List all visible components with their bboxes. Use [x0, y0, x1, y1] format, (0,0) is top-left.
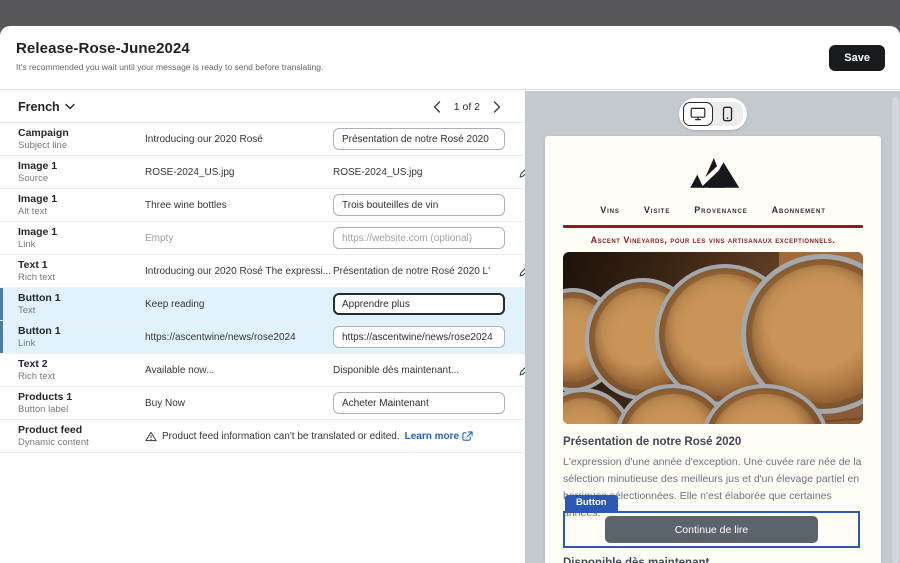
pagination: 1 of 2 — [431, 99, 503, 115]
translation-table: Campaign Subject line Introducing our 20… — [0, 123, 525, 453]
email-cta-button[interactable]: Continue de lire — [605, 516, 818, 543]
row-label: Image 1 Link — [18, 226, 145, 250]
translation-cell — [333, 128, 505, 150]
translation-cell: Présentation de notre Rosé 2020 L'... — [333, 266, 505, 277]
translation-input[interactable] — [333, 227, 505, 249]
translation-cell — [333, 392, 505, 414]
mountain-logo-icon — [685, 150, 741, 194]
row-label: Campaign Subject line — [18, 127, 145, 151]
source-text: Available now... — [145, 365, 333, 376]
email-heading: Présentation de notre Rosé 2020 — [563, 436, 863, 448]
app-window: Release-Rose-June2024 It's recommended y… — [0, 26, 900, 563]
translation-text: Présentation de notre Rosé 2020 L'... — [333, 266, 491, 277]
email-next-heading: Disponible dès maintenant — [563, 557, 709, 563]
table-row[interactable]: Button 1 Link https://ascentwine/news/ro… — [0, 321, 525, 354]
next-page-button[interactable] — [491, 99, 503, 115]
save-button[interactable]: Save — [829, 45, 885, 71]
row-label: Button 1 Text — [18, 292, 145, 316]
source-text: Buy Now — [145, 398, 333, 409]
preview-scrollbar[interactable] — [892, 97, 899, 563]
row-label: Image 1 Source — [18, 160, 145, 184]
email-nav-item[interactable]: Abonnement — [772, 205, 826, 215]
translation-input[interactable] — [333, 194, 505, 216]
email-nav: Vins Visite Provenance Abonnement — [545, 205, 881, 215]
device-toggle — [679, 98, 747, 130]
panel-head: French 1 of 2 — [0, 91, 525, 123]
row-label: Products 1 Button label — [18, 391, 145, 415]
language-label: French — [18, 100, 60, 114]
table-row[interactable]: Product feed Dynamic content Product fee… — [0, 420, 525, 453]
table-row[interactable]: Text 1 Rich text Introducing our 2020 Ro… — [0, 255, 525, 288]
source-text: Keep reading — [145, 299, 333, 310]
language-dropdown[interactable]: French — [18, 100, 75, 114]
selected-element-outline: Button Continue de lire — [563, 511, 860, 548]
translation-cell — [333, 194, 505, 216]
table-row[interactable]: Text 2 Rich text Available now... Dispon… — [0, 354, 525, 387]
translation-cell: Disponible dès maintenant... — [333, 365, 505, 376]
wine-barrels-image — [563, 252, 863, 424]
row-label: Product feed Dynamic content — [18, 424, 145, 448]
source-text: Three wine bottles — [145, 200, 333, 211]
product-feed-notice: Product feed information can't be transl… — [145, 431, 525, 442]
row-label: Text 2 Rich text — [18, 358, 145, 382]
page-count: 1 of 2 — [454, 101, 480, 113]
source-text: https://ascentwine/news/rose2024 — [145, 332, 333, 343]
brand-divider — [563, 225, 863, 228]
table-row[interactable]: Image 1 Alt text Three wine bottles — [0, 189, 525, 222]
prev-page-button[interactable] — [431, 99, 443, 115]
page-title: Release-Rose-June2024 — [16, 40, 884, 57]
email-nav-item[interactable]: Visite — [644, 205, 670, 215]
desktop-view-button[interactable] — [683, 102, 713, 126]
translation-input[interactable] — [333, 128, 505, 150]
row-label: Button 1 Link — [18, 325, 145, 349]
translation-input[interactable] — [333, 326, 505, 348]
translation-input[interactable] — [333, 293, 505, 315]
mobile-view-button[interactable] — [713, 102, 743, 126]
translation-text: Disponible dès maintenant... — [333, 365, 491, 376]
translation-panel: French 1 of 2 Campai — [0, 91, 525, 563]
preview-panel: Vins Visite Provenance Abonnement Ascent Vi… — [525, 91, 900, 563]
translation-cell: ROSE-2024_US.jpg — [333, 167, 505, 178]
source-text: ROSE-2024_US.jpg — [145, 167, 333, 178]
table-row[interactable]: Image 1 Source ROSE-2024_US.jpg ROSE-202… — [0, 156, 525, 189]
email-nav-item[interactable]: Vins — [600, 205, 620, 215]
table-row[interactable]: Products 1 Button label Buy Now — [0, 387, 525, 420]
source-text: Empty — [145, 233, 333, 244]
email-nav-item[interactable]: Provenance — [694, 205, 747, 215]
selected-element-tag: Button — [565, 495, 618, 511]
table-row[interactable]: Campaign Subject line Introducing our 20… — [0, 123, 525, 156]
translation-text: ROSE-2024_US.jpg — [333, 167, 491, 178]
table-row[interactable]: Image 1 Link Empty — [0, 222, 525, 255]
page-subtitle: It's recommended you wait until your mes… — [16, 62, 884, 72]
learn-more-link[interactable]: Learn more — [405, 431, 473, 442]
source-text: Introducing our 2020 Rosé — [145, 134, 333, 145]
row-label: Text 1 Rich text — [18, 259, 145, 283]
page-header: Release-Rose-June2024 It's recommended y… — [0, 26, 900, 90]
email-tagline: Ascent Vineyards, pour les vins artisana… — [545, 235, 881, 245]
warning-icon — [145, 431, 157, 442]
translation-cell — [333, 227, 505, 249]
translation-cell — [333, 293, 505, 315]
email-preview: Vins Visite Provenance Abonnement Ascent Vi… — [545, 136, 881, 563]
browser-chrome-bar — [0, 0, 900, 28]
source-text: Introducing our 2020 Rosé The expressi..… — [145, 266, 333, 277]
chevron-down-icon — [65, 103, 75, 110]
table-row[interactable]: Button 1 Text Keep reading — [0, 288, 525, 321]
row-label: Image 1 Alt text — [18, 193, 145, 217]
translation-cell — [333, 326, 505, 348]
translation-input[interactable] — [333, 392, 505, 414]
